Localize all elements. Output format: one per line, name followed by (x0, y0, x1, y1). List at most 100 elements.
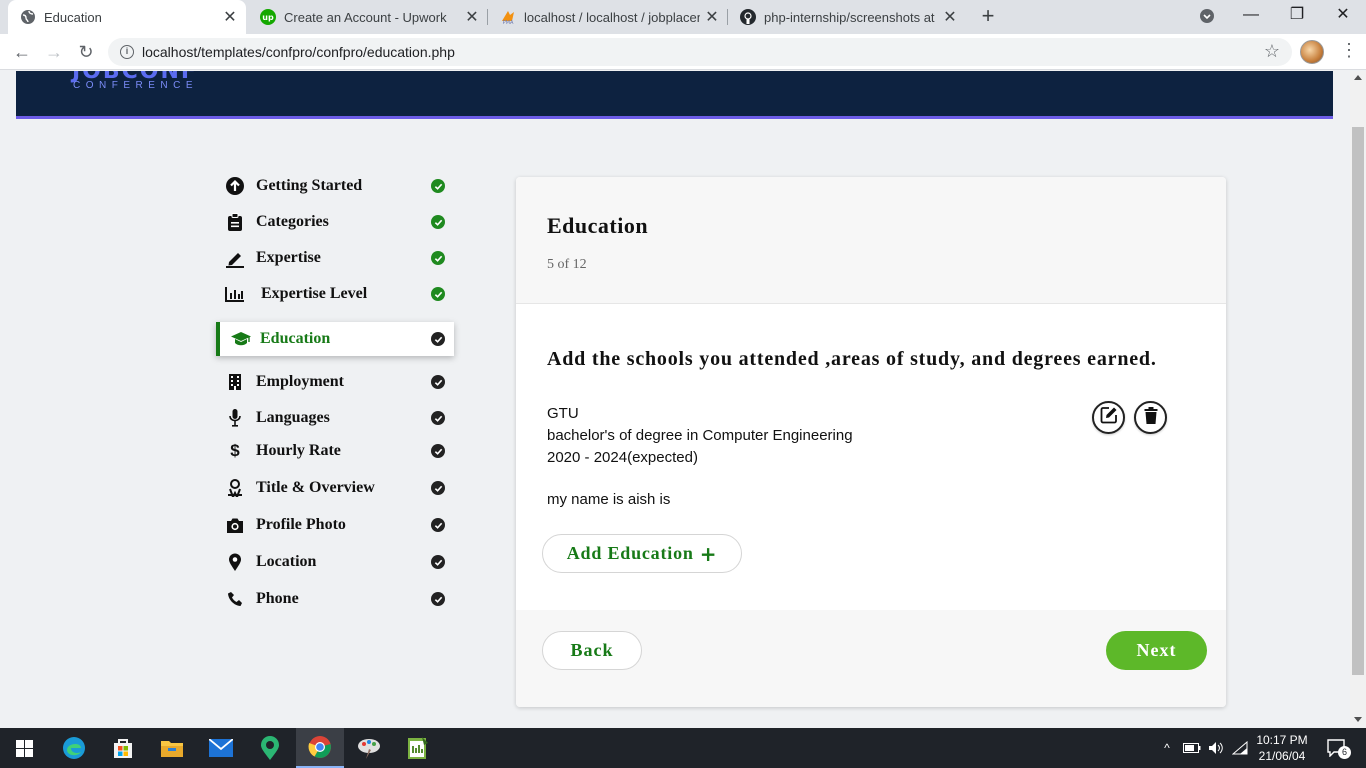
tab-search-icon[interactable] (1184, 0, 1230, 34)
system-clock[interactable]: 10:17 PM 21/06/04 (1252, 732, 1312, 764)
edit-icon (1100, 406, 1118, 429)
new-tab-icon[interactable]: + (976, 5, 1000, 29)
tab-github[interactable]: php-internship/screenshots at m ✕ (728, 0, 966, 34)
profile-avatar[interactable] (1300, 40, 1324, 64)
check-circle-icon (431, 287, 445, 301)
upwork-icon: up (260, 9, 276, 25)
check-circle-icon (431, 592, 445, 606)
close-tab-icon[interactable]: ✕ (938, 7, 962, 27)
maps-icon[interactable] (246, 728, 294, 768)
chrome-icon[interactable] (296, 728, 344, 768)
github-icon (740, 9, 756, 25)
microphone-icon (224, 407, 246, 429)
tab-education[interactable]: Education ✕ (8, 0, 246, 34)
store-icon[interactable] (99, 728, 147, 768)
trash-icon (1144, 406, 1158, 429)
browser-toolbar: ← → ↻ i localhost/templates/confpro/conf… (0, 34, 1366, 70)
minimize-icon[interactable]: — (1228, 0, 1274, 34)
notification-center-icon[interactable]: 6 (1322, 728, 1352, 768)
tab-title: Create an Account - Upwork (284, 9, 447, 25)
scroll-down-icon[interactable] (1354, 717, 1362, 722)
step-employment[interactable]: Employment (216, 365, 454, 399)
site-info-icon[interactable]: i (120, 45, 134, 59)
building-icon (224, 371, 246, 393)
education-card: Education 5 of 12 Add the schools you at… (516, 177, 1226, 707)
forward-arrow-icon[interactable]: → (42, 40, 66, 64)
back-button[interactable]: Back (542, 631, 642, 670)
step-getting-started[interactable]: Getting Started (216, 169, 454, 203)
address-bar[interactable]: i localhost/templates/confpro/confpro/ed… (108, 38, 1292, 66)
step-categories[interactable]: Categories (216, 205, 454, 239)
tab-phpmyadmin[interactable]: PMA localhost / localhost / jobplacem ✕ (488, 0, 728, 34)
card-header: Education 5 of 12 (516, 177, 1226, 304)
windows-start-icon[interactable] (0, 728, 48, 768)
check-circle-icon (431, 411, 445, 425)
reload-icon[interactable]: ↻ (74, 40, 98, 64)
globe-icon (20, 9, 36, 25)
step-label: Phone (256, 590, 299, 607)
check-circle-icon (431, 179, 445, 193)
section-prompt: Add the schools you attended ,areas of s… (547, 348, 1157, 370)
battery-icon[interactable] (1180, 728, 1204, 768)
clock-time: 10:17 PM (1256, 733, 1308, 747)
tab-upwork[interactable]: up Create an Account - Upwork ✕ (248, 0, 488, 34)
degree-text: bachelor's of degree in Computer Enginee… (547, 427, 853, 444)
scroll-up-icon[interactable] (1354, 75, 1362, 80)
site-header: JOBCONF CONFERENCE (16, 71, 1333, 119)
menu-kebab-icon[interactable]: ⋮ (1340, 40, 1358, 61)
step-education[interactable]: Education (216, 322, 454, 356)
bookmark-star-icon[interactable]: ☆ (1264, 41, 1280, 62)
education-entry: GTU bachelor's of degree in Computer Eng… (547, 403, 853, 469)
url-text: localhost/templates/confpro/confpro/educ… (142, 44, 455, 60)
tray-chevron-icon[interactable]: ^ (1158, 728, 1176, 768)
step-languages[interactable]: Languages (216, 401, 454, 435)
page-scrollbar[interactable] (1350, 71, 1366, 728)
check-circle-icon (431, 555, 445, 569)
phone-icon (224, 588, 246, 610)
edge-icon[interactable] (50, 728, 98, 768)
step-label: Profile Photo (256, 516, 346, 533)
step-label: Hourly Rate (256, 442, 341, 459)
back-arrow-icon[interactable]: ← (10, 40, 34, 64)
delete-education-button[interactable] (1134, 401, 1167, 434)
arrow-up-circle-icon (224, 175, 246, 197)
step-label: Expertise Level (261, 285, 368, 302)
step-label: Employment (256, 373, 344, 390)
restore-icon[interactable]: ❐ (1274, 0, 1320, 34)
scrollbar-thumb[interactable] (1352, 127, 1364, 675)
page-title: Education (547, 213, 649, 238)
step-label: Categories (256, 213, 329, 230)
edit-education-button[interactable] (1092, 401, 1125, 434)
step-expertise[interactable]: Expertise (216, 241, 454, 275)
step-hourly-rate[interactable]: $ Hourly Rate (216, 434, 454, 468)
page-viewport: JOBCONF CONFERENCE Getting Started Categ… (0, 71, 1350, 728)
file-explorer-icon[interactable] (148, 728, 196, 768)
clipboard-icon (224, 211, 246, 233)
add-education-button[interactable]: Add Education + (542, 534, 742, 573)
volume-icon[interactable] (1206, 728, 1226, 768)
next-button[interactable]: Next (1106, 631, 1207, 670)
map-pin-icon (224, 551, 246, 573)
mail-icon[interactable] (197, 728, 245, 768)
close-window-icon[interactable]: ✕ (1320, 0, 1366, 34)
close-tab-icon[interactable]: ✕ (218, 7, 242, 27)
step-expertise-level[interactable]: Expertise Level (216, 277, 454, 311)
check-circle-icon (431, 215, 445, 229)
step-location[interactable]: Location (216, 545, 454, 579)
check-circle-icon (431, 332, 445, 346)
camera-icon (224, 514, 246, 536)
phpmyadmin-icon: PMA (500, 9, 516, 25)
step-profile-photo[interactable]: Profile Photo (216, 508, 454, 542)
close-tab-icon[interactable]: ✕ (700, 7, 724, 27)
step-counter: 5 of 12 (547, 257, 587, 272)
logo-subtitle: CONFERENCE (73, 80, 199, 91)
step-phone[interactable]: Phone (216, 582, 454, 616)
close-tab-icon[interactable]: ✕ (460, 7, 484, 27)
paint-icon[interactable] (345, 728, 393, 768)
step-label: Title & Overview (256, 479, 375, 496)
notepad-icon[interactable] (394, 728, 442, 768)
bar-chart-icon (224, 283, 246, 305)
wifi-icon[interactable] (1230, 728, 1250, 768)
check-circle-icon (431, 518, 445, 532)
step-title-overview[interactable]: Title & Overview (216, 471, 454, 505)
